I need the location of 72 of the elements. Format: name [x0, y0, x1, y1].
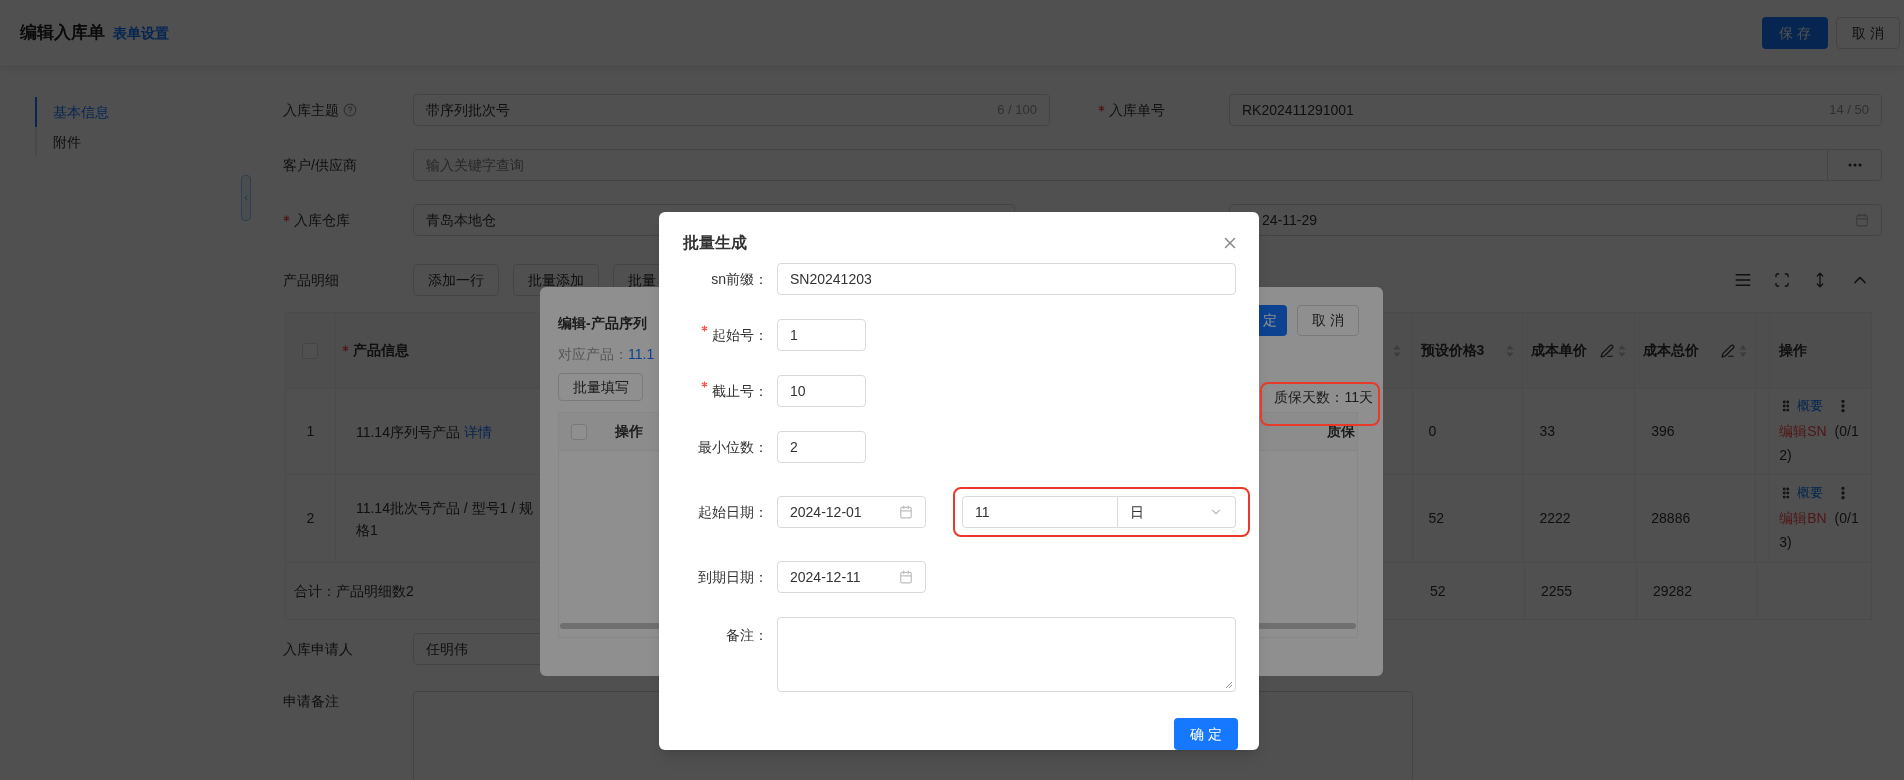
- toolbar-button[interactable]: 添加一行: [413, 264, 499, 296]
- save-button[interactable]: 保 存: [1762, 17, 1828, 49]
- page-title: 编辑入库单: [20, 22, 105, 45]
- column-header: 成本总价: [1643, 341, 1700, 360]
- unit-select[interactable]: 日: [1118, 496, 1236, 528]
- product-link[interactable]: 11.1: [628, 343, 655, 365]
- collapse-handle[interactable]: [241, 175, 251, 221]
- column-header: 操作: [1779, 341, 1808, 360]
- column-header: 成本单价: [1531, 341, 1588, 360]
- field-label: 入库仓库: [294, 210, 350, 230]
- table-cell-text: 28886: [1651, 509, 1691, 528]
- row-number: 1: [306, 422, 315, 441]
- resize-grip-icon[interactable]: [1225, 681, 1233, 689]
- date-field[interactable]: 2024-12-11: [777, 561, 926, 593]
- field-label: 到期日期：: [698, 567, 768, 587]
- total-cell-text: 52: [1430, 581, 1446, 601]
- field-label: 客户/供应商: [283, 155, 357, 175]
- summary-link[interactable]: 概要: [1797, 395, 1824, 416]
- number-field[interactable]: 10: [777, 375, 866, 407]
- date-field[interactable]: 2024-12-01: [777, 496, 926, 528]
- row-height-icon[interactable]: [1734, 271, 1752, 289]
- detail-link[interactable]: 详情: [463, 423, 492, 440]
- field-label: 备注：: [726, 626, 768, 645]
- edit-icon[interactable]: [1721, 343, 1736, 358]
- column-header: 操作: [614, 422, 644, 441]
- cancel-button[interactable]: 取 消: [1836, 17, 1900, 49]
- confirm-button[interactable]: 确 定: [1174, 718, 1238, 750]
- total-label: 合计：产品明细数2: [294, 581, 414, 601]
- field-label: sn前缀：: [711, 269, 768, 289]
- calendar-icon: [899, 505, 913, 519]
- number-field[interactable]: 1: [777, 319, 866, 351]
- edit-icon[interactable]: [1600, 343, 1615, 358]
- total-cell-text: 2255: [1541, 581, 1573, 601]
- product-name: 11.14序列号产品 详情: [355, 422, 493, 442]
- total-cell-text: 29282: [1653, 581, 1692, 601]
- table-cell-text: 0: [1428, 422, 1437, 441]
- calendar-icon: [899, 570, 913, 584]
- form-settings-link[interactable]: 表单设置: [113, 23, 169, 45]
- dialog-title: 编辑-产品序列: [558, 314, 647, 333]
- field-label: 起始日期：: [698, 502, 768, 522]
- date-field[interactable]: 24-11-29: [1229, 204, 1882, 236]
- table-cell-text: 396: [1651, 422, 1675, 441]
- field-label: 起始号：: [712, 325, 768, 345]
- table-cell-text: 52: [1428, 509, 1445, 528]
- field-label: 入库主题: [283, 100, 339, 120]
- column-header: 预设价格3: [1420, 341, 1485, 360]
- field-label: 截止号：: [712, 381, 768, 401]
- field-label: 申请备注: [283, 692, 340, 711]
- note-field[interactable]: [777, 617, 1236, 692]
- field-label: 入库单号: [1109, 100, 1165, 120]
- field-label: 入库申请人: [283, 639, 354, 659]
- prefix-field[interactable]: SN20241203: [777, 263, 1236, 295]
- dialog-title: 批量生成: [683, 232, 747, 253]
- section-label: 产品明细: [283, 270, 340, 290]
- nav-item[interactable]: 附件: [35, 127, 283, 157]
- nav-item[interactable]: 基本信息: [35, 97, 283, 127]
- table-cell-text: 2222: [1539, 509, 1571, 528]
- ellipsis-icon: [1847, 163, 1862, 167]
- cancel-button[interactable]: 取 消: [1297, 305, 1359, 336]
- duration-field[interactable]: 11: [962, 496, 1118, 528]
- summary-link[interactable]: 概要: [1797, 482, 1824, 503]
- more-button[interactable]: [1828, 149, 1882, 181]
- row-number: 2: [306, 509, 315, 528]
- batch-fill-button[interactable]: 批量填写: [558, 373, 643, 401]
- warranty-days: 质保天数：11天: [1274, 387, 1373, 408]
- table-cell-text: 33: [1539, 422, 1555, 441]
- help-icon[interactable]: [343, 103, 357, 117]
- field-label: 最小位数：: [698, 437, 768, 457]
- fullscreen-icon[interactable]: [1774, 272, 1790, 288]
- column-header: 产品信息: [352, 341, 409, 360]
- product-name: 11.14批次号产品 / 型号1 / 规格1: [355, 498, 535, 540]
- number-field[interactable]: 2: [777, 431, 866, 463]
